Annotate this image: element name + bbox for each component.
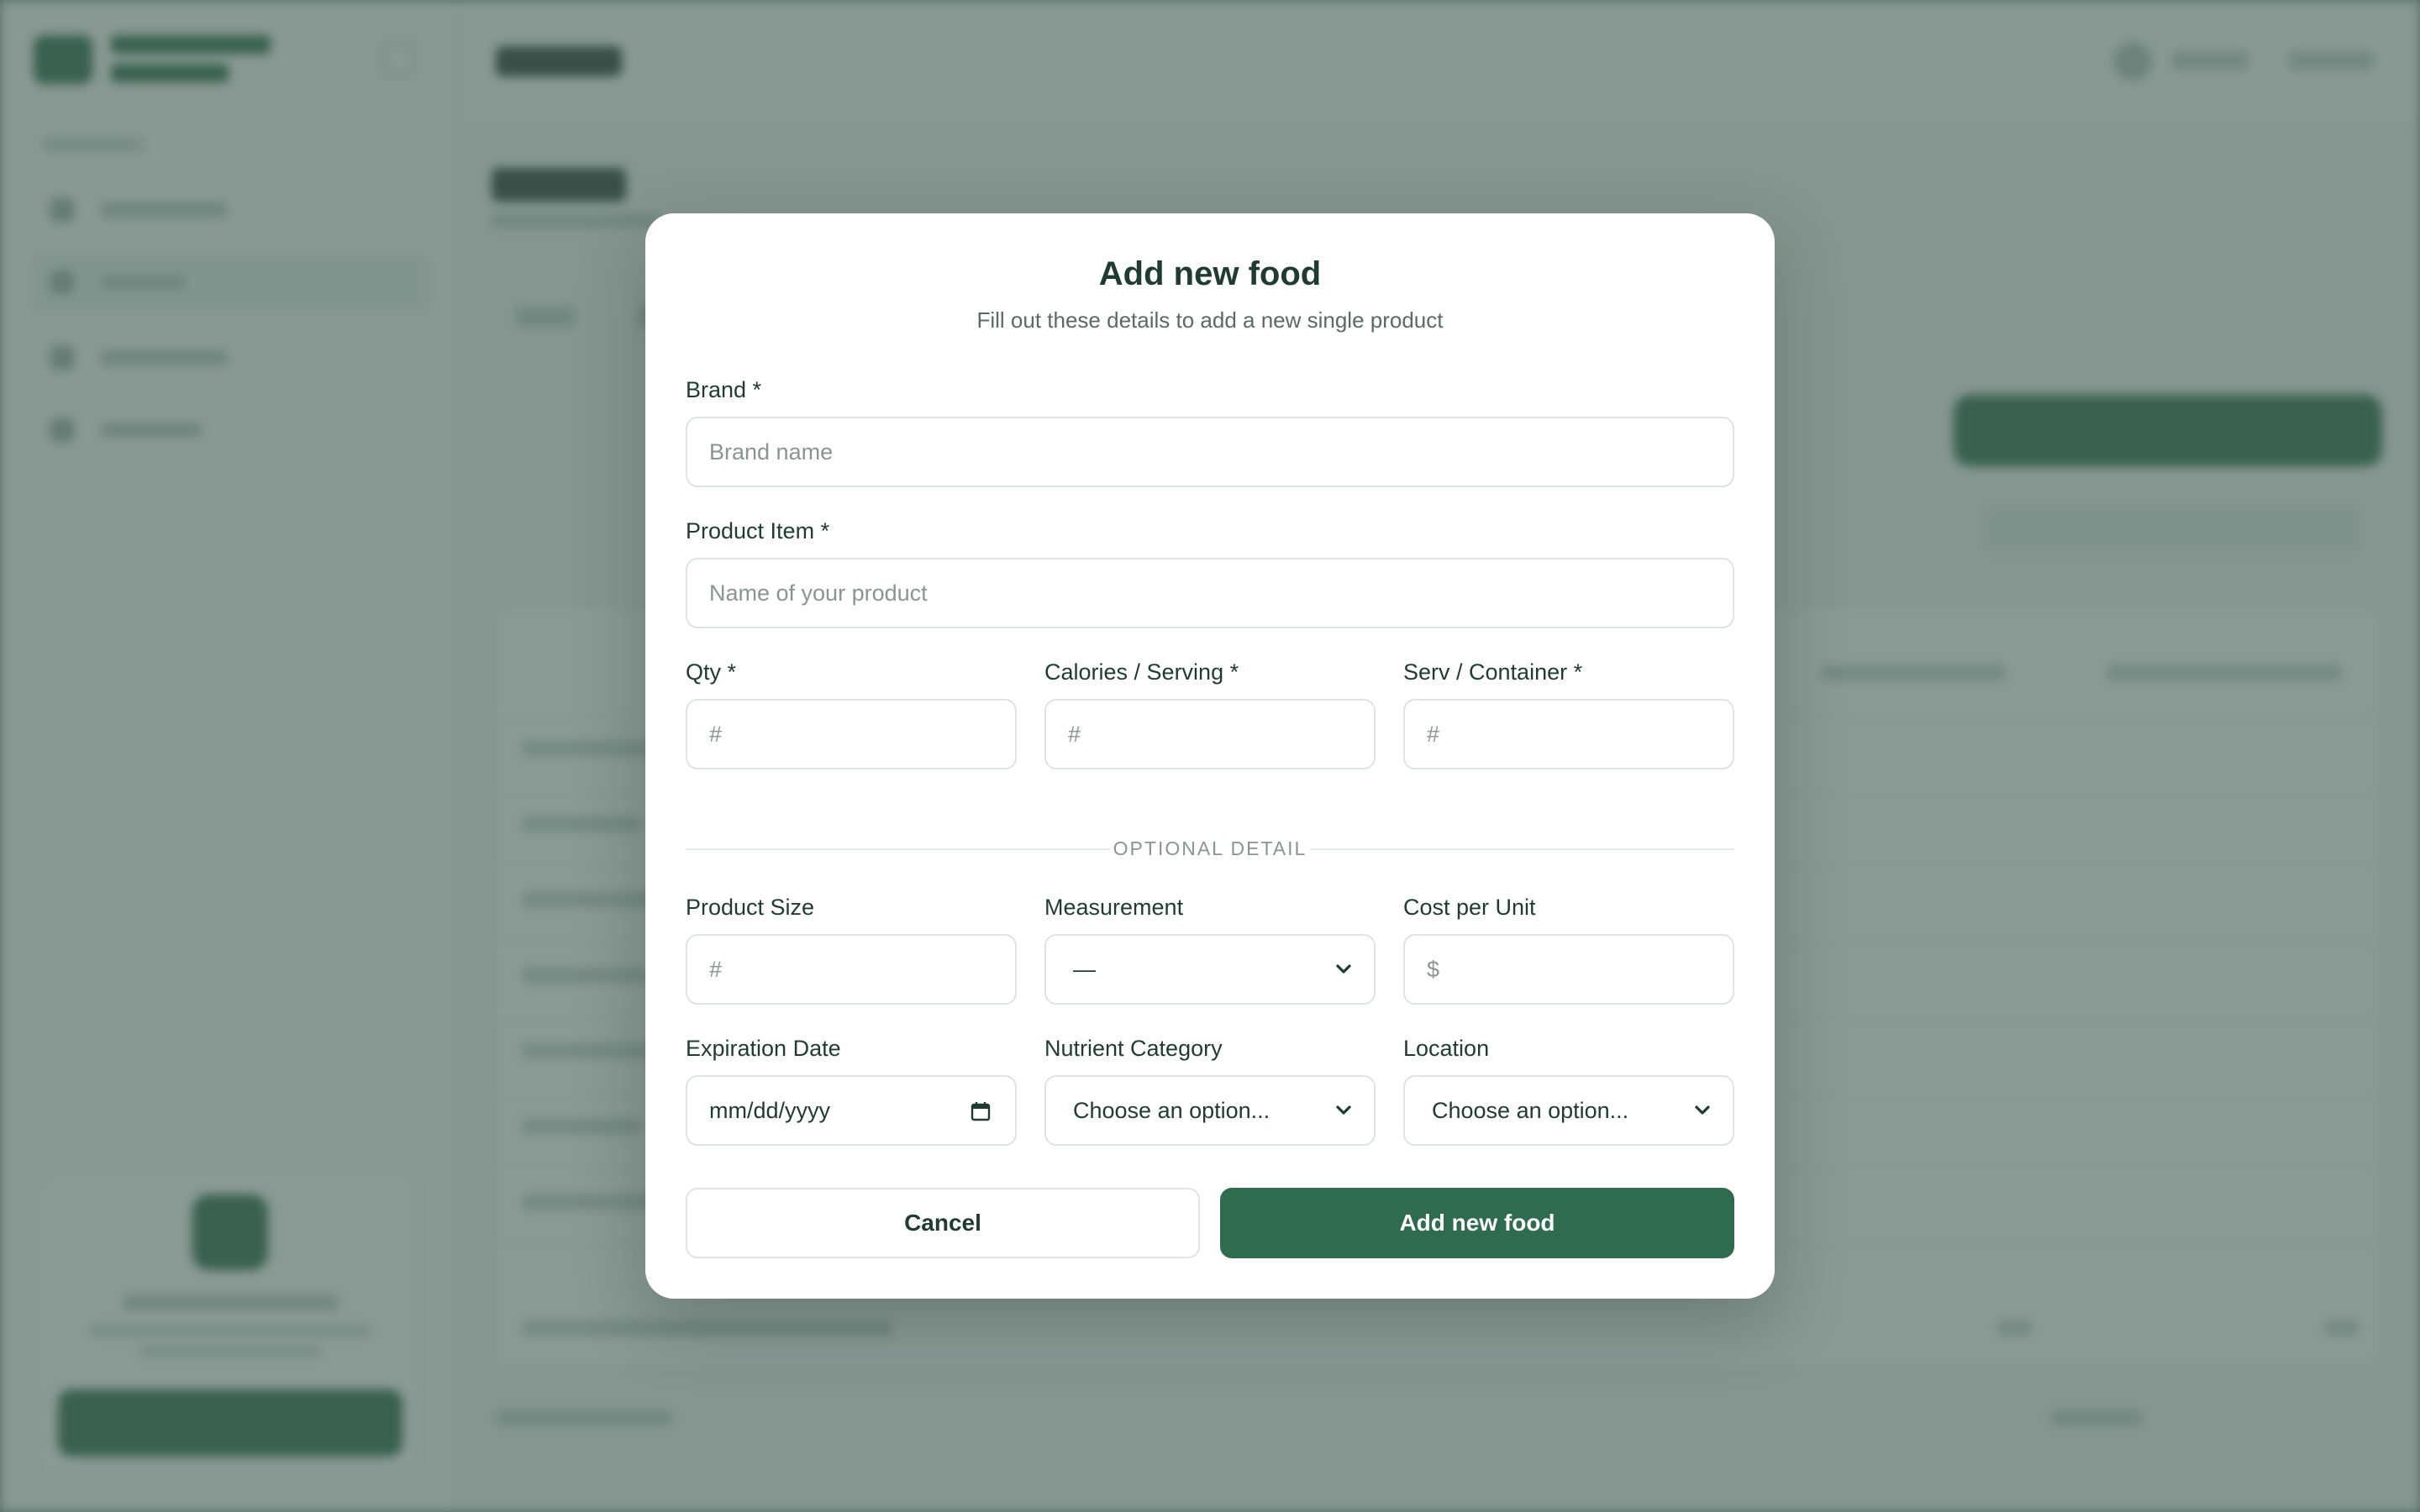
add-new-food-button[interactable]: Add new food bbox=[1220, 1188, 1734, 1258]
product-size-input[interactable] bbox=[686, 934, 1017, 1005]
expiration-date-field: Expiration Date mm/dd/yyyy bbox=[686, 1032, 1017, 1149]
serv-container-field: Serv / Container * bbox=[1403, 655, 1734, 773]
add-food-modal: Add new food Fill out these details to a… bbox=[645, 213, 1775, 1299]
nutrient-category-selected-value: Choose an option... bbox=[1073, 1098, 1270, 1123]
measurement-selected-value: — bbox=[1073, 957, 1096, 982]
cost-per-unit-label: Cost per Unit bbox=[1403, 895, 1536, 920]
chevron-down-icon bbox=[1336, 1105, 1351, 1115]
qty-field: Qty * bbox=[686, 655, 1017, 773]
chevron-down-icon bbox=[1336, 964, 1351, 974]
expiration-date-input[interactable]: mm/dd/yyyy bbox=[686, 1075, 1017, 1146]
brand-label: Brand * bbox=[686, 377, 762, 402]
product-item-label: Product Item * bbox=[686, 518, 830, 543]
product-item-field: Product Item * bbox=[686, 514, 1734, 632]
nutrient-category-field: Nutrient Category Choose an option... bbox=[1044, 1032, 1376, 1149]
product-size-label: Product Size bbox=[686, 895, 815, 920]
location-label: Location bbox=[1403, 1036, 1490, 1061]
calories-field: Calories / Serving * bbox=[1044, 655, 1376, 773]
serv-container-label: Serv / Container * bbox=[1403, 659, 1583, 685]
modal-title: Add new food bbox=[1098, 255, 1322, 292]
brand-input[interactable] bbox=[686, 417, 1734, 487]
location-select[interactable]: Choose an option... bbox=[1403, 1075, 1734, 1146]
expiration-date-placeholder: mm/dd/yyyy bbox=[709, 1098, 831, 1123]
measurement-field: Measurement — bbox=[1044, 890, 1376, 1008]
serv-container-input[interactable] bbox=[1403, 699, 1734, 769]
product-item-input[interactable] bbox=[686, 558, 1734, 628]
nutrient-category-select[interactable]: Choose an option... bbox=[1044, 1075, 1376, 1146]
product-size-field: Product Size bbox=[686, 890, 1017, 1008]
calendar-icon[interactable] bbox=[970, 1100, 992, 1122]
cost-per-unit-input[interactable] bbox=[1403, 934, 1734, 1005]
brand-field: Brand * bbox=[686, 373, 1734, 491]
cost-per-unit-field: Cost per Unit bbox=[1403, 890, 1734, 1008]
modal-subtitle: Fill out these details to add a new sing… bbox=[976, 307, 1444, 333]
location-selected-value: Choose an option... bbox=[1432, 1098, 1629, 1123]
calories-label: Calories / Serving * bbox=[1044, 659, 1239, 685]
location-field: Location Choose an option... bbox=[1403, 1032, 1734, 1149]
qty-input[interactable] bbox=[686, 699, 1017, 769]
chevron-down-icon bbox=[1695, 1105, 1710, 1115]
calories-input[interactable] bbox=[1044, 699, 1376, 769]
measurement-label: Measurement bbox=[1044, 895, 1184, 920]
expiration-date-label: Expiration Date bbox=[686, 1036, 841, 1061]
measurement-select[interactable]: — bbox=[1044, 934, 1376, 1005]
optional-detail-text: OPTIONAL DETAIL bbox=[1113, 837, 1307, 859]
nutrient-category-label: Nutrient Category bbox=[1044, 1036, 1223, 1061]
optional-detail-divider: OPTIONAL DETAIL bbox=[686, 832, 1734, 865]
cancel-button[interactable]: Cancel bbox=[686, 1188, 1200, 1258]
qty-label: Qty * bbox=[686, 659, 737, 685]
